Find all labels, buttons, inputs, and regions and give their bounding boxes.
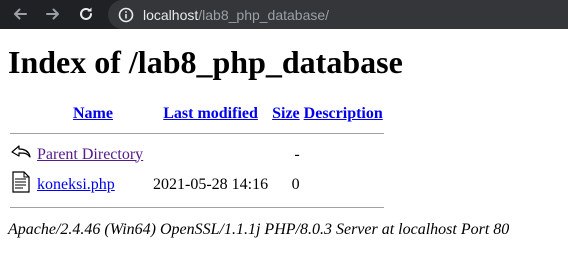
- size-column-header: Size: [271, 103, 301, 125]
- browser-toolbar: localhost/lab8_php_database/: [0, 0, 568, 29]
- last-modified-cell: 2021-05-28 14:16: [153, 175, 269, 193]
- description-cell: [303, 141, 384, 168]
- icon-cell: [10, 170, 34, 199]
- url-host: localhost: [143, 6, 199, 23]
- divider: [10, 133, 384, 134]
- forward-button[interactable]: [41, 2, 65, 26]
- page-title: Index of /lab8_php_database: [8, 44, 403, 80]
- sort-by-description-link[interactable]: Description: [304, 105, 383, 122]
- icon-column-header: [10, 103, 34, 125]
- forward-arrow-icon: [46, 8, 59, 20]
- size-cell: 0: [291, 175, 300, 193]
- parent-directory-link[interactable]: Parent Directory: [37, 146, 143, 163]
- icon-cell: [10, 141, 34, 168]
- listing-header-row: Name Last modified Size Description: [10, 103, 384, 125]
- directory-listing: Name Last modified Size Description Pare…: [8, 101, 386, 215]
- sort-by-name-link[interactable]: Name: [73, 105, 113, 122]
- page-content: Index of /lab8_php_database Name Last mo…: [0, 43, 568, 239]
- sort-by-last-modified-link[interactable]: Last modified: [163, 105, 258, 122]
- file-link[interactable]: koneksi.php: [37, 176, 115, 193]
- last-modified-column-header: Last modified: [152, 103, 269, 125]
- url-path: /lab8_php_database/: [198, 6, 330, 23]
- name-cell: koneksi.php: [36, 170, 150, 199]
- table-row: Parent Directory -: [10, 141, 384, 168]
- back-button[interactable]: [8, 2, 32, 26]
- separator-row: [10, 127, 384, 139]
- server-signature: Apache/2.4.46 (Win64) OpenSSL/1.1.1j PHP…: [8, 221, 510, 238]
- divider: [10, 207, 384, 208]
- separator-row: [10, 201, 384, 213]
- back-arrow-icon: [11, 145, 31, 158]
- table-row: koneksi.php 2021-05-28 14:16 0: [10, 170, 384, 199]
- description-cell: [303, 170, 384, 199]
- name-column-header: Name: [36, 103, 150, 125]
- sort-by-size-link[interactable]: Size: [272, 105, 300, 122]
- site-info-icon[interactable]: [118, 7, 134, 23]
- last-modified-cell: [152, 141, 269, 168]
- reload-button[interactable]: [74, 2, 98, 26]
- reload-icon: [80, 7, 92, 20]
- url-text[interactable]: localhost/lab8_php_database/: [143, 7, 329, 23]
- back-arrow-icon: [14, 8, 27, 20]
- description-column-header: Description: [303, 103, 384, 125]
- text-file-icon: [12, 171, 30, 193]
- name-cell: Parent Directory: [36, 141, 150, 168]
- address-bar[interactable]: localhost/lab8_php_database/: [108, 0, 568, 29]
- size-cell: -: [294, 145, 300, 163]
